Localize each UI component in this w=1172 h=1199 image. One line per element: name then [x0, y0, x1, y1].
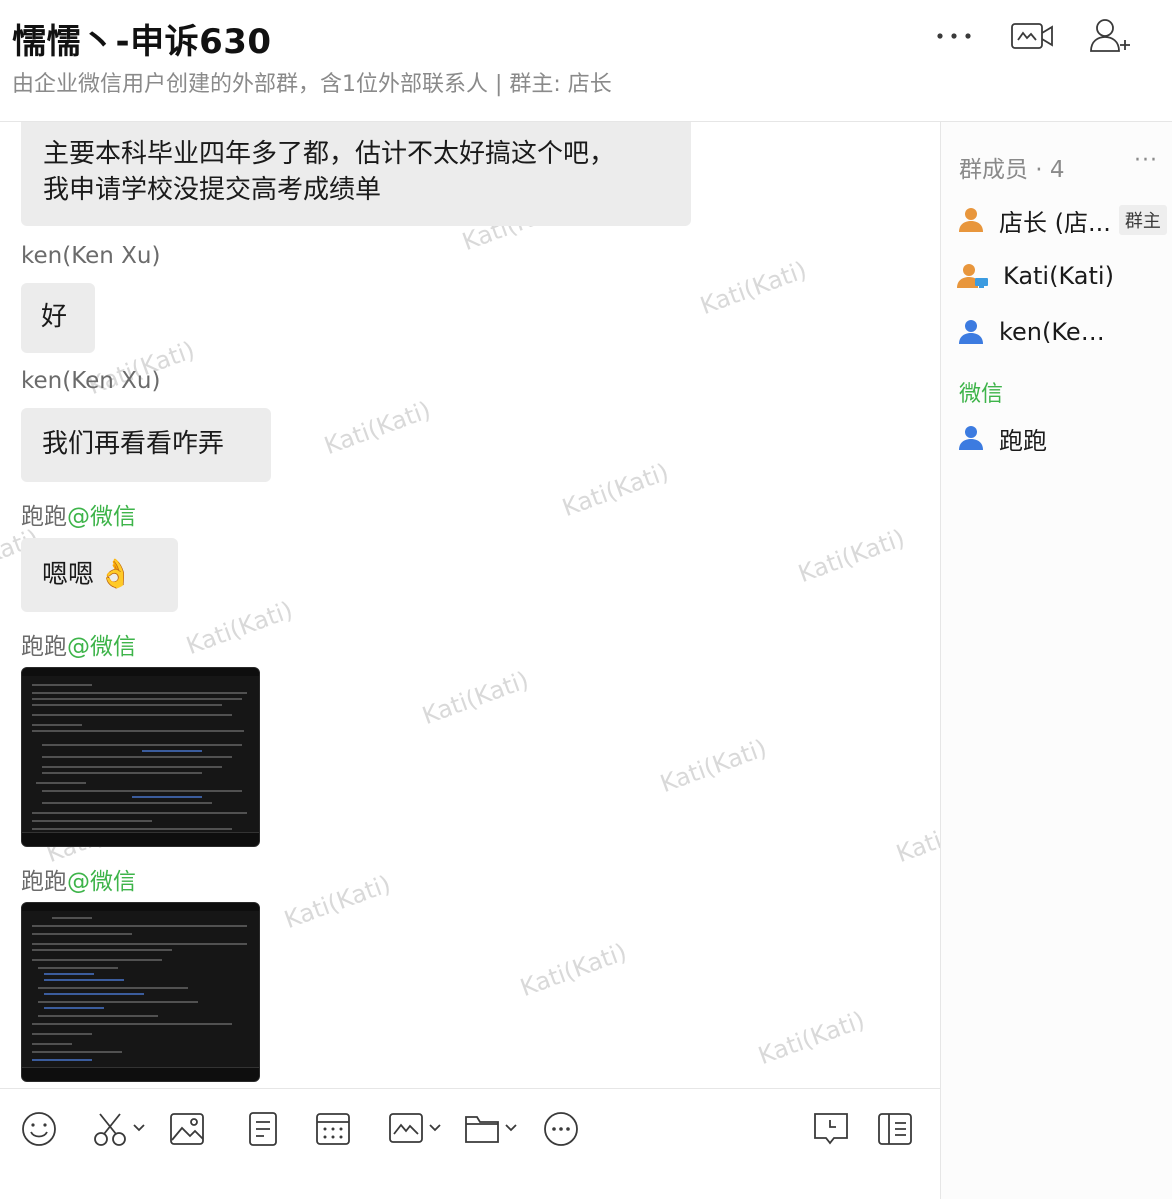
- member-name: 店长 (店...: [999, 208, 1111, 237]
- watermark: Kati(Kati): [558, 457, 673, 523]
- watermark: Kati(Kati): [280, 869, 395, 935]
- watermark: Kati(Kati): [320, 395, 435, 461]
- message-text-line: 主要本科毕业四年多了都，估计不太好搞这个吧，: [43, 139, 616, 169]
- message-list[interactable]: Kati(Kati) Kati(Kati) Kati(Kati) Kati(Ka…: [0, 122, 940, 1088]
- owner-badge: 群主: [1118, 205, 1167, 235]
- sender-name: ken(Ken Xu): [21, 243, 161, 269]
- ok-hand-emoji: 👌: [98, 557, 133, 590]
- watermark: Kati(Kati): [794, 523, 909, 589]
- chat-title: 懦懦丶-申诉630: [12, 22, 272, 62]
- emoji-icon[interactable]: [20, 1109, 58, 1149]
- sender-name-wechat: 跑跑@微信: [21, 862, 136, 896]
- wechat-section-label: 微信: [959, 382, 1004, 407]
- image-upload-icon[interactable]: [168, 1109, 206, 1149]
- chat-subtitle: 由企业微信用户创建的外部群，含1位外部联系人 | 群主: 店长: [12, 72, 612, 97]
- image-message[interactable]: [21, 667, 260, 847]
- member-count-title: 群成员 · 4: [959, 157, 1065, 183]
- sender-source: @微信: [67, 504, 136, 530]
- schedule-icon[interactable]: [314, 1109, 352, 1149]
- panel-more-icon[interactable]: ···: [1134, 148, 1158, 173]
- sender-name-wechat: 跑跑@微信: [21, 497, 136, 531]
- sender-name: 跑跑: [21, 869, 67, 895]
- message-bubble[interactable]: 主要本科毕业四年多了都，估计不太好搞这个吧， 我申请学校没提交高考成绩单: [21, 122, 691, 226]
- member-item[interactable]: ken(Ken Xu): [957, 312, 1171, 352]
- video-call-icon[interactable]: [1010, 16, 1054, 56]
- member-item[interactable]: 跑跑: [957, 418, 1171, 458]
- watermark: Kati(Kati): [418, 665, 533, 731]
- watermark: Kati(Kati): [516, 937, 631, 1003]
- image-message[interactable]: [21, 902, 260, 1082]
- message-bubble[interactable]: 嗯嗯 👌: [21, 538, 178, 612]
- input-toolbar: [0, 1088, 940, 1199]
- chat-header: 懦懦丶-申诉630 由企业微信用户创建的外部群，含1位外部联系人 | 群主: 店…: [0, 0, 1172, 122]
- watermark: Kati(Kati): [182, 595, 297, 661]
- sender-source: @微信: [67, 869, 136, 895]
- user-computer-icon: [957, 264, 988, 288]
- member-item[interactable]: Kati(Kati): [957, 256, 1171, 296]
- message-text-line: 我申请学校没提交高考成绩单: [43, 175, 382, 205]
- message-text: 嗯嗯: [42, 560, 95, 590]
- screenshot-icon[interactable]: [92, 1109, 148, 1149]
- user-blue-icon: [959, 320, 983, 344]
- more-options-icon[interactable]: [932, 16, 976, 56]
- document-icon[interactable]: [244, 1109, 282, 1149]
- sender-name-wechat: 跑跑@微信: [21, 627, 136, 661]
- message-bubble[interactable]: 好: [21, 283, 95, 353]
- sender-name: 跑跑: [21, 634, 67, 660]
- message-text: 好: [41, 302, 68, 332]
- member-name: Kati(Kati): [1003, 262, 1114, 290]
- user-blue-icon: [959, 426, 983, 450]
- member-item[interactable]: 店长 (店... 群主: [957, 200, 1171, 240]
- member-panel: 群成员 · 4 ··· 店长 (店... 群主 Kati(Kati) ken(K…: [940, 122, 1172, 1199]
- watermark: Kati(Kati): [892, 803, 940, 869]
- watermark: Kati(Kati): [754, 1005, 869, 1071]
- sender-source: @微信: [67, 634, 136, 660]
- add-member-icon[interactable]: [1088, 16, 1132, 56]
- sender-name: 跑跑: [21, 504, 67, 530]
- more-tools-icon[interactable]: [542, 1109, 580, 1149]
- watermark: Kati(Kati): [656, 733, 771, 799]
- member-name: ken(Ken Xu): [999, 318, 1111, 346]
- photo-album-icon[interactable]: [388, 1109, 444, 1149]
- message-bubble[interactable]: 我们再看看咋弄: [21, 408, 271, 482]
- chat-history-icon[interactable]: [812, 1109, 850, 1149]
- message-text: 我们再看看咋弄: [42, 429, 225, 459]
- folder-icon[interactable]: [464, 1109, 520, 1149]
- member-name: 跑跑: [999, 426, 1047, 455]
- user-orange-icon: [959, 208, 983, 232]
- watermark: Kati(Kati): [696, 255, 811, 321]
- sender-name: ken(Ken Xu): [21, 368, 161, 394]
- sidebar-toggle-icon[interactable]: [876, 1109, 914, 1149]
